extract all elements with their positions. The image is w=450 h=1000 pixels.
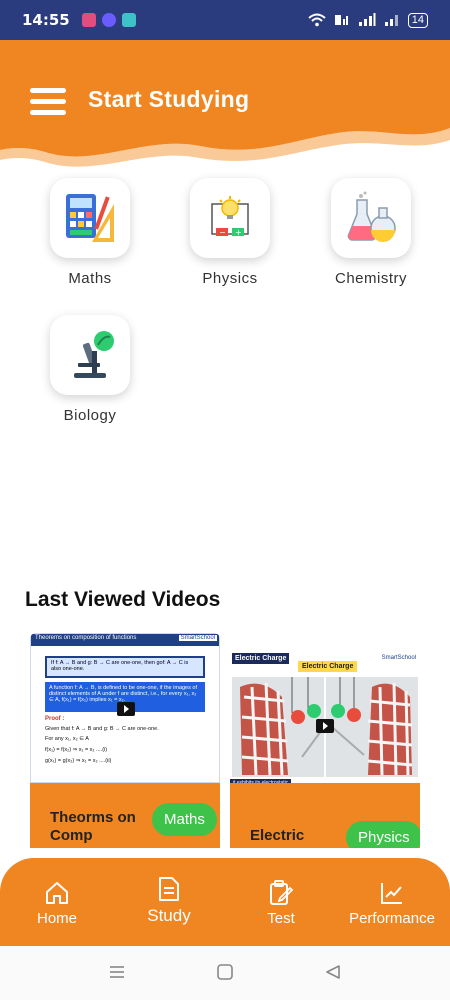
page-title: Start Studying [88,86,250,112]
svg-text:+: + [235,228,242,237]
status-time: 14:55 [22,11,70,29]
physics-icon: − + [211,196,249,237]
thumb-label: Electric Charge [298,661,358,672]
section-title: Last Viewed Videos [25,588,221,611]
video-card[interactable]: Theorems on composition of functions Sma… [30,633,220,848]
thumb-brand: SmartSchool [178,635,217,641]
video-title: Theorms on Comp [50,809,136,844]
system-navigation-bar [0,946,450,1000]
subject-tile [50,315,130,395]
nav-home[interactable]: Home [22,858,92,946]
subject-maths[interactable]: Maths [35,178,145,287]
back-icon[interactable] [324,964,342,980]
nav-label: Test [267,910,295,927]
app-header: Start Studying [0,40,450,175]
play-icon[interactable] [117,702,135,716]
nav-study[interactable]: Study [134,858,204,946]
play-icon[interactable] [316,719,334,733]
battery-icon: 14 [407,12,428,28]
menu-icon[interactable] [30,88,66,115]
video-thumbnail: Electric Charge Electric Charge SmartSch… [230,633,420,787]
subject-tile [50,178,130,258]
subject-label: Chemistry [334,270,407,287]
subject-physics[interactable]: − + Physics [175,178,285,287]
home-button-icon[interactable] [216,964,234,980]
svg-text:−: − [219,228,226,237]
subject-badge: Physics [346,821,420,848]
subject-tile [331,178,411,258]
study-icon [159,877,179,901]
thumb-proof-line: For any x₁, x₂ ∈ A [45,736,89,742]
thumb-proof-label: Proof : [45,716,65,722]
nav-performance[interactable]: Performance [340,858,444,946]
chemistry-icon [347,191,396,242]
maths-icon [66,194,114,242]
thumb-tag: Electric Charge [232,653,290,664]
status-indicators: 14 [308,12,428,28]
thumb-proof-line: f(x₁) = f(x₂) ⇒ x₁ = x₂ ....(i) [45,747,108,753]
biology-icon [74,331,114,378]
performance-icon [381,883,402,904]
subject-tile: − + [190,178,270,258]
thumb-proof-line: Given that f: A → B and g: B → C are one… [45,726,159,732]
video-card[interactable]: Electric Charge Electric Charge SmartSch… [230,633,420,848]
subject-badge: Maths [152,803,217,836]
app-notification-icon [81,13,96,27]
subject-label: Physics [202,270,258,287]
thumb-proof-line: g(x₁) = g(x₂) ⇒ x₁ = x₂ ....(ii) [45,758,112,764]
nav-test[interactable]: Test [246,858,316,946]
subject-label: Biology [63,407,117,424]
nav-label: Study [147,906,191,925]
chat-notification-icon [121,13,136,27]
signal-icon [358,13,376,26]
call-icon [334,15,348,25]
app-screen: 14:55 14 Start Studying Maths − + Physic… [0,0,450,1000]
bottom-navigation: Home Study Test Performance [0,858,450,946]
app-notification-icon [101,13,116,27]
video-caption: Electric Physics [230,783,420,848]
notification-icons [81,13,136,27]
nav-label: Home [36,910,77,927]
test-icon [270,880,294,905]
subject-chemistry[interactable]: Chemistry [316,178,426,287]
video-title: Electric [250,827,305,844]
status-bar: 14:55 14 [0,0,450,40]
video-caption: Theorms on Comp Maths [30,783,220,848]
wifi-icon [308,13,326,27]
video-thumbnail: Theorems on composition of functions Sma… [30,633,220,783]
signal-icon [384,15,398,26]
nav-label: Performance [349,910,435,927]
subject-label: Maths [68,270,112,287]
thumb-statement: If f: A → B and g: B → C are one-one, th… [45,656,205,678]
recent-apps-icon[interactable] [108,964,126,980]
subject-biology[interactable]: Biology [35,315,145,424]
thumb-brand: SmartSchool [381,655,416,661]
home-icon [46,882,68,904]
thumb-heading: Theorems on composition of functions [35,635,137,641]
